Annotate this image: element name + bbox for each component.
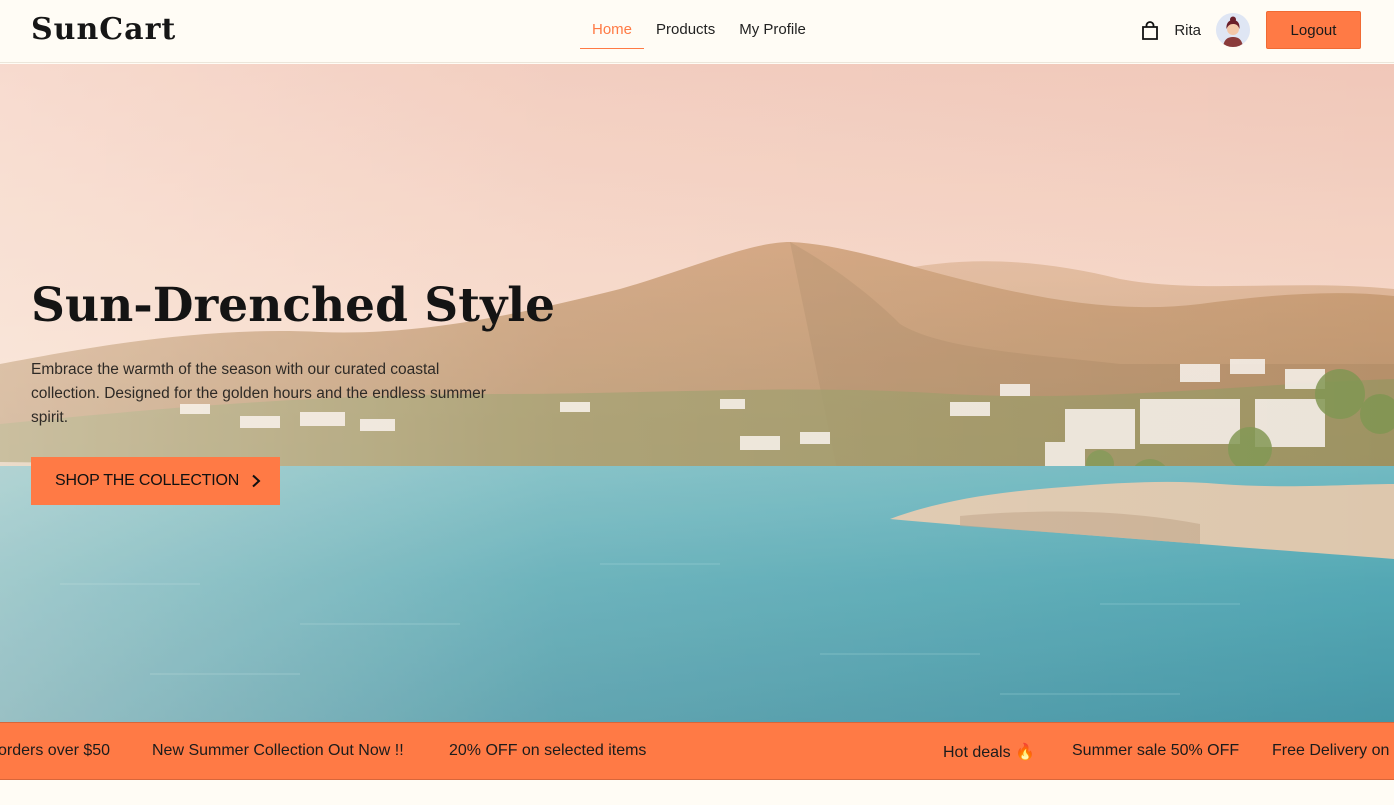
hero-title: Sun-Drenched Style (31, 278, 556, 333)
top-navbar: SunCart Home Products My Profile Rita Lo… (0, 0, 1394, 63)
logout-button[interactable]: Logout (1266, 11, 1361, 49)
hero-banner: Sun-Drenched Style Embrace the warmth of… (0, 64, 1394, 722)
promo-ticker: orders over $50 New Summer Collection Ou… (0, 722, 1394, 780)
nav-my-profile[interactable]: My Profile (727, 12, 818, 49)
ticker-item: Summer sale 50% OFF (1072, 742, 1240, 759)
main-nav: Home Products My Profile (580, 12, 818, 49)
user-area: Rita Logout (1141, 11, 1361, 49)
ticker-item: 20% OFF on selected items (449, 742, 647, 759)
nav-products[interactable]: Products (644, 12, 727, 49)
ticker-item: orders over $50 (0, 742, 111, 759)
shop-collection-button[interactable]: SHOP THE COLLECTION (31, 457, 280, 505)
hero-subtitle: Embrace the warmth of the season with ou… (31, 361, 486, 426)
shop-collection-label: SHOP THE COLLECTION (55, 472, 240, 489)
shopping-bag-icon[interactable] (1141, 20, 1159, 40)
ticker-item: New Summer Collection Out Now !! (152, 742, 404, 759)
ticker-item: Free Delivery on (1272, 742, 1390, 759)
user-avatar[interactable] (1216, 13, 1250, 47)
ticker-item: Hot deals 🔥 (943, 744, 1035, 761)
chevron-right-icon (251, 474, 261, 488)
brand-logo[interactable]: SunCart (31, 12, 176, 47)
user-name: Rita (1174, 21, 1201, 39)
nav-home[interactable]: Home (580, 12, 645, 49)
